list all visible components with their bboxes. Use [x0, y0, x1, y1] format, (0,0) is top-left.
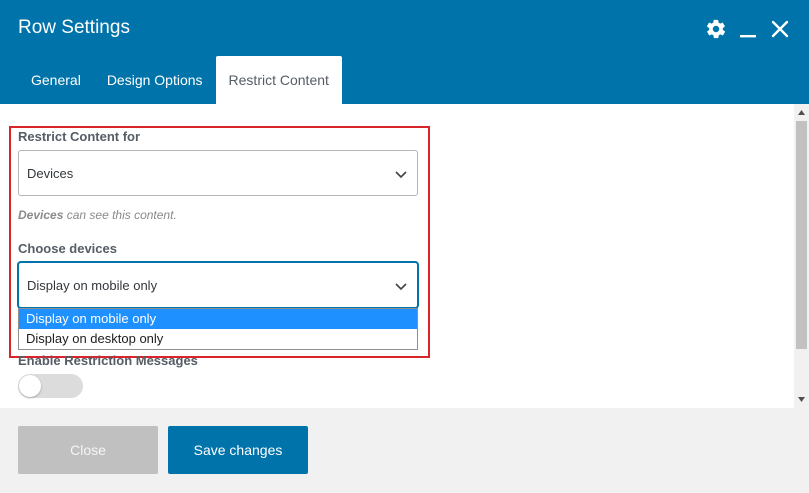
modal-footer: Close Save changes: [0, 408, 809, 493]
chevron-down-icon: [395, 283, 407, 291]
restrict-content-value: Devices: [27, 165, 74, 181]
restriction-messages-label: Enable Restriction Messages: [18, 353, 198, 368]
tab-bar: General Design Options Restrict Content: [18, 56, 342, 104]
tab-design-options[interactable]: Design Options: [94, 56, 216, 104]
devices-dropdown-list: Display on mobile only Display on deskto…: [18, 308, 418, 350]
restrict-hint: Devices can see this content.: [18, 208, 177, 222]
restriction-messages-toggle[interactable]: [18, 374, 83, 398]
save-changes-button[interactable]: Save changes: [168, 426, 308, 474]
restrict-content-label: Restrict Content for: [18, 129, 141, 144]
vertical-scrollbar[interactable]: [794, 104, 809, 408]
scroll-up-icon[interactable]: [794, 104, 809, 121]
toggle-knob: [19, 375, 41, 397]
close-button[interactable]: Close: [18, 426, 158, 474]
choose-devices-value: Display on mobile only: [27, 277, 158, 293]
hint-text: can see this content.: [63, 208, 177, 222]
chevron-down-icon: [395, 171, 407, 179]
row-settings-modal: Row Settings General Design Options Rest…: [0, 0, 809, 493]
choose-devices-select[interactable]: Display on mobile only: [18, 262, 418, 308]
settings-panel: Restrict Content for Devices Devices can…: [0, 104, 794, 408]
minimize-icon[interactable]: [737, 18, 759, 40]
scroll-down-icon[interactable]: [794, 391, 809, 408]
restrict-content-select[interactable]: Devices: [18, 150, 418, 196]
gear-icon[interactable]: [705, 18, 727, 40]
choose-devices-label: Choose devices: [18, 241, 117, 256]
scrollbar-thumb[interactable]: [796, 121, 807, 349]
option-desktop-only[interactable]: Display on desktop only: [19, 329, 417, 349]
header-actions: [705, 16, 791, 42]
close-icon[interactable]: [769, 18, 791, 40]
hint-emphasis: Devices: [18, 208, 64, 222]
option-mobile-only[interactable]: Display on mobile only: [19, 309, 417, 329]
tab-general[interactable]: General: [18, 56, 94, 104]
tab-restrict-content[interactable]: Restrict Content: [215, 56, 342, 104]
modal-title: Row Settings: [18, 17, 130, 38]
modal-header: Row Settings General Design Options Rest…: [0, 0, 809, 104]
